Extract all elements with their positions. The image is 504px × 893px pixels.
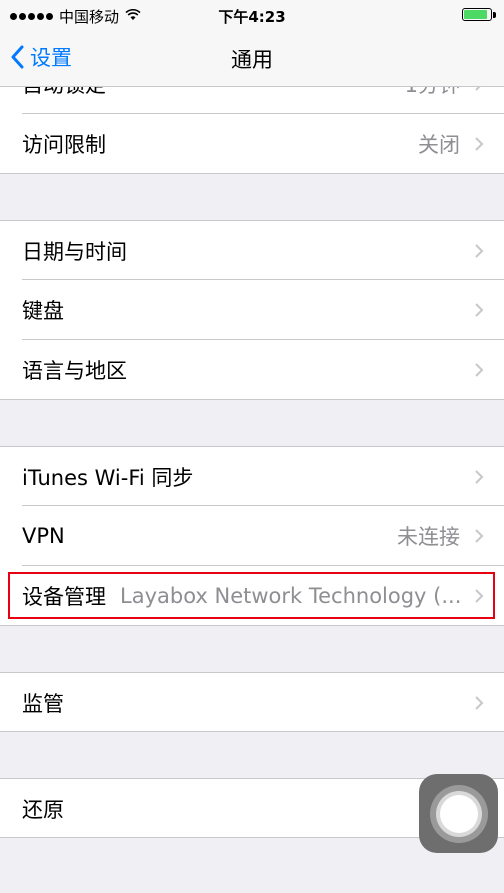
settings-group: 日期与时间 键盘 语言与地区 — [0, 220, 504, 400]
chevron-right-icon — [475, 363, 484, 377]
settings-row-vpn[interactable]: VPN 未连接 — [0, 506, 504, 566]
clock: 下午4:23 — [218, 8, 286, 26]
chevron-right-icon — [475, 469, 484, 484]
battery-icon — [462, 8, 492, 21]
row-label: 键盘 — [22, 299, 64, 323]
chevron-right-icon — [475, 303, 484, 317]
settings-group: 监管 — [0, 672, 504, 732]
group-separator — [0, 174, 504, 220]
row-label: 访问限制 — [22, 133, 106, 157]
settings-row-supervision[interactable]: 监管 — [0, 672, 504, 732]
status-bar: 中国移动 下午4:23 — [0, 0, 504, 30]
highlight-box — [8, 572, 495, 619]
row-label: iTunes Wi-Fi 同步 — [22, 465, 194, 490]
row-label: 还原 — [22, 797, 64, 822]
row-label: 日期与时间 — [22, 239, 127, 264]
group-separator — [0, 400, 504, 446]
navigation-bar: 设置 通用 — [0, 30, 504, 87]
settings-list: 自动锁定 1分钟 访问限制 关闭 日期与时间 键盘 语言与地区 iTunes W… — [0, 54, 504, 838]
settings-row-keyboard[interactable]: 键盘 — [0, 280, 504, 340]
row-label: VPN — [22, 524, 65, 548]
chevron-right-icon — [475, 695, 484, 710]
settings-row-restrictions[interactable]: 访问限制 关闭 — [0, 114, 504, 174]
chevron-right-icon — [475, 137, 484, 151]
group-separator — [0, 626, 504, 672]
row-detail: 关闭 — [418, 133, 460, 157]
row-detail: 未连接 — [397, 525, 460, 549]
assistive-touch-icon — [429, 784, 488, 843]
settings-row-language-region[interactable]: 语言与地区 — [0, 340, 504, 400]
battery-level — [464, 10, 488, 19]
settings-row-itunes-wifi-sync[interactable]: iTunes Wi-Fi 同步 — [0, 446, 504, 506]
row-label: 监管 — [22, 691, 64, 716]
chevron-right-icon — [475, 243, 484, 258]
settings-row-date-time[interactable]: 日期与时间 — [0, 220, 504, 280]
assistive-touch-button[interactable] — [419, 774, 498, 853]
row-label: 语言与地区 — [22, 359, 127, 383]
battery-tip — [493, 12, 496, 18]
chevron-right-icon — [475, 529, 484, 543]
group-separator — [0, 732, 504, 778]
page-title: 通用 — [231, 48, 273, 72]
